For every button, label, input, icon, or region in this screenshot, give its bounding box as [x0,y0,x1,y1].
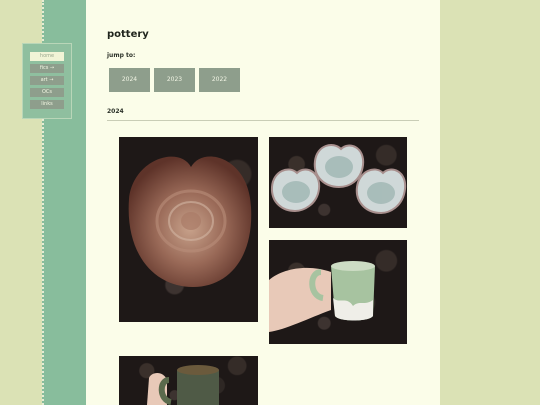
year-button-2022[interactable]: 2022 [199,68,240,92]
nav-panel: home fics → art → OCs links [22,43,72,119]
jump-label: jump to: [107,52,136,59]
nav-item-links[interactable]: links [30,100,64,109]
nav-item-fics[interactable]: fics → [30,64,64,73]
photo-three-spoon-rests[interactable] [269,137,407,228]
photo-green-mug[interactable] [269,240,407,344]
page-title: pottery [107,29,149,40]
year-button-2023[interactable]: 2023 [154,68,195,92]
photo-brown-spoon-rest[interactable] [119,137,258,322]
photo-brown-mug[interactable] [119,356,258,405]
nav-item-art[interactable]: art → [30,76,64,85]
main-content: pottery jump to: 2024 2023 2022 2024 [86,0,440,405]
nav-item-ocs[interactable]: OCs [30,88,64,97]
nav-item-home[interactable]: home [30,52,64,61]
section-divider [107,120,419,121]
section-heading-2024: 2024 [107,108,124,115]
year-button-2024[interactable]: 2024 [109,68,150,92]
